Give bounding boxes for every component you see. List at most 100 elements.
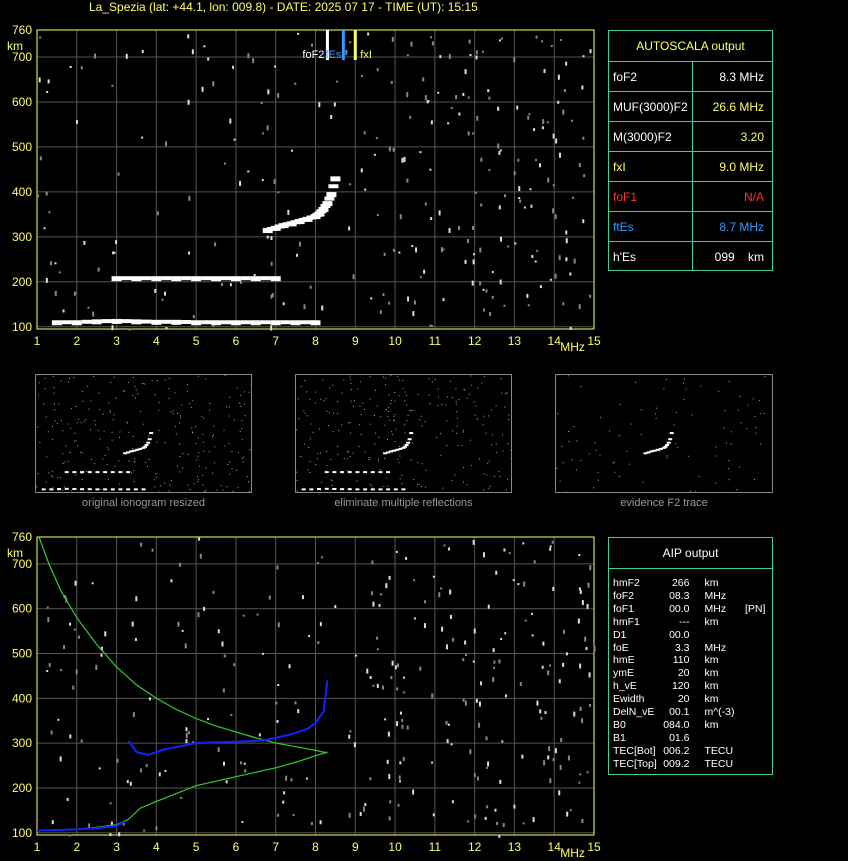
thumb-speckle bbox=[232, 491, 234, 493]
thumb-speckle bbox=[491, 409, 493, 411]
noise-speckle bbox=[464, 259, 467, 264]
noise-speckle bbox=[491, 295, 494, 299]
noise-speckle bbox=[321, 305, 324, 311]
thumb-speckle bbox=[420, 415, 422, 417]
thumb-speckle bbox=[573, 425, 575, 427]
noise-speckle bbox=[482, 288, 485, 291]
noise-speckle bbox=[579, 706, 582, 711]
thumb-speckle bbox=[62, 463, 64, 465]
thumb-speckle bbox=[203, 450, 205, 452]
trace-point bbox=[310, 320, 321, 326]
noise-speckle bbox=[398, 775, 401, 780]
noise-speckle bbox=[565, 61, 568, 66]
noise-speckle bbox=[523, 206, 526, 209]
noise-speckle bbox=[221, 641, 224, 647]
thumb-speckle bbox=[205, 378, 207, 380]
noise-speckle bbox=[260, 102, 263, 105]
thumb-speckle bbox=[159, 485, 161, 487]
noise-speckle bbox=[372, 601, 375, 607]
thumb-speckle bbox=[350, 400, 352, 402]
noise-speckle bbox=[352, 274, 355, 280]
aip-key: foE bbox=[613, 641, 629, 654]
noise-speckle bbox=[431, 761, 434, 764]
noise-speckle bbox=[448, 228, 451, 234]
noise-speckle bbox=[413, 300, 416, 305]
noise-speckle bbox=[191, 49, 194, 55]
thumb-speckle bbox=[203, 491, 205, 493]
thumb-speckle bbox=[85, 419, 87, 421]
thumb-speckle bbox=[488, 487, 490, 489]
noise-speckle bbox=[392, 147, 395, 152]
thumb-speckle bbox=[640, 434, 642, 436]
thumb-speckle bbox=[246, 475, 248, 477]
thumb-speckle bbox=[428, 394, 430, 396]
noise-speckle bbox=[364, 188, 367, 191]
thumb-speckle bbox=[236, 387, 238, 389]
noise-speckle bbox=[516, 105, 519, 110]
thumbnail-no-multiples[interactable] bbox=[295, 374, 512, 493]
thumb-speckle bbox=[378, 436, 380, 438]
noise-speckle bbox=[451, 800, 454, 804]
thumb-speckle bbox=[52, 375, 54, 377]
noise-speckle bbox=[185, 739, 188, 744]
y-tick-label: 600 bbox=[12, 95, 32, 109]
marker-fxi bbox=[353, 30, 357, 60]
noise-speckle bbox=[554, 273, 557, 279]
thumb-speckle bbox=[229, 473, 231, 475]
x-tick-label: 11 bbox=[429, 334, 442, 348]
noise-speckle bbox=[261, 132, 264, 135]
aip-unit: km bbox=[704, 718, 719, 731]
thumb-speckle bbox=[108, 449, 110, 451]
thumb-speckle bbox=[502, 450, 504, 452]
thumb-speckle bbox=[595, 449, 597, 451]
thumb-speckle bbox=[728, 479, 730, 481]
thumb-speckle bbox=[44, 377, 46, 379]
trace-point bbox=[61, 320, 72, 325]
thumb-speckle bbox=[53, 392, 55, 394]
noise-speckle bbox=[501, 740, 504, 743]
thumb-speckle bbox=[104, 454, 106, 456]
thumb-speckle bbox=[592, 487, 594, 489]
noise-speckle bbox=[521, 754, 524, 759]
thumb-speckle bbox=[437, 396, 439, 398]
noise-speckle bbox=[145, 764, 148, 768]
aip-key: h_vE bbox=[613, 680, 637, 693]
thumb-speckle bbox=[322, 379, 324, 381]
noise-speckle bbox=[476, 115, 479, 121]
thumb-speckle bbox=[349, 378, 351, 380]
thumb-speckle bbox=[113, 376, 115, 378]
trace-point bbox=[211, 320, 222, 326]
noise-speckle bbox=[464, 700, 467, 706]
thumb-speckle bbox=[458, 399, 460, 401]
noise-speckle bbox=[472, 539, 475, 545]
thumbnail-original[interactable] bbox=[35, 374, 252, 493]
aip-key: foF1 bbox=[613, 602, 635, 615]
thumb-speckle bbox=[390, 375, 392, 377]
thumb-speckle bbox=[309, 438, 311, 440]
aip-value: 01.6 bbox=[669, 731, 690, 744]
thumb-trace bbox=[355, 471, 360, 474]
x-tick-label: 10 bbox=[388, 840, 402, 854]
thumb-speckle bbox=[683, 399, 685, 401]
thumb-speckle bbox=[177, 412, 179, 414]
thumb-speckle bbox=[58, 403, 60, 405]
thumb-speckle bbox=[736, 489, 738, 491]
thumb-speckle bbox=[61, 489, 63, 491]
thumb-speckle bbox=[119, 483, 121, 485]
noise-speckle bbox=[544, 711, 547, 715]
noise-speckle bbox=[589, 294, 592, 298]
thumb-speckle bbox=[481, 382, 483, 384]
noise-speckle bbox=[493, 660, 496, 664]
thumb-speckle bbox=[106, 463, 108, 465]
noise-speckle bbox=[143, 829, 146, 832]
autoscala-value: 26.6 MHz bbox=[712, 99, 764, 114]
trace-point bbox=[330, 176, 341, 182]
thumbnail-f2-trace[interactable] bbox=[555, 374, 773, 493]
thumb-speckle bbox=[306, 415, 308, 417]
thumb-speckle bbox=[425, 486, 427, 488]
thumb-speckle bbox=[236, 469, 238, 471]
noise-speckle bbox=[485, 289, 488, 293]
noise-speckle bbox=[406, 92, 409, 98]
noise-speckle bbox=[287, 209, 290, 215]
trace-point bbox=[240, 320, 251, 325]
